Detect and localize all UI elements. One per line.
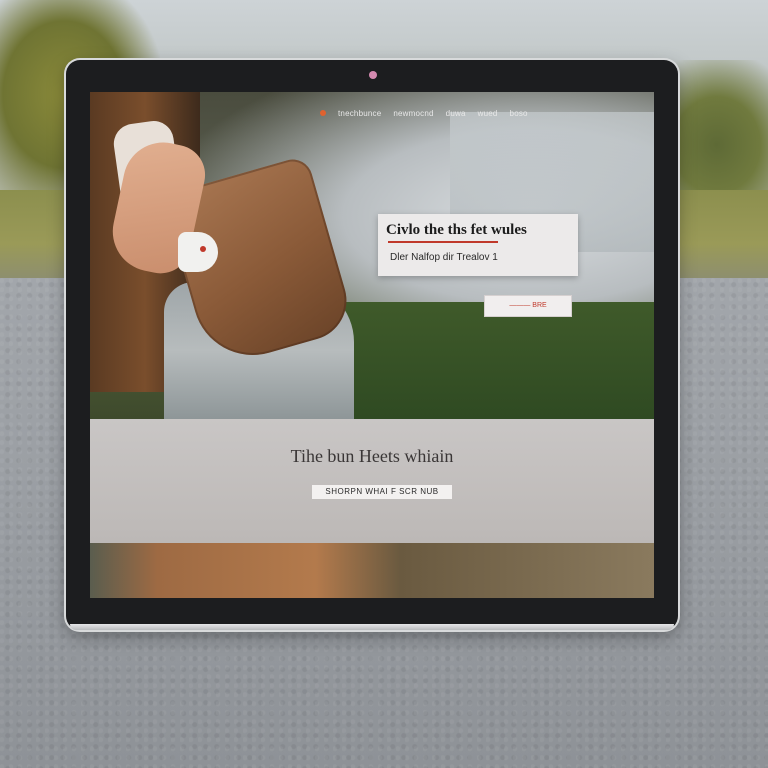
hero-card: Civlo the ths fet wules Dler Nalfop dir … — [378, 214, 578, 276]
hero-title: Civlo the ths fet wules — [386, 222, 527, 238]
pouch-dot-icon — [200, 246, 206, 252]
hero-section: tnechbunce newmocnd duwa wued boso Civlo… — [90, 92, 654, 419]
band-button[interactable]: SHORPN WHAI F SCR NUB — [312, 485, 452, 499]
pouch-tab — [178, 232, 218, 272]
logo-dot-icon — [320, 110, 326, 116]
nav-item-3[interactable]: duwa — [446, 109, 466, 118]
hero-cta-button[interactable]: ——— BRE — [484, 295, 572, 317]
content-band: Tihe bun Heets whiain SHORPN WHAI F SCR … — [90, 419, 654, 543]
nav-item-5[interactable]: boso — [510, 109, 528, 118]
camera-icon — [369, 71, 377, 79]
hero-lawn — [320, 302, 654, 419]
hero-subtitle: Dler Nalfop dir Trealov 1 — [390, 252, 498, 263]
bottom-image-strip — [90, 543, 654, 598]
nav-item-brand[interactable]: tnechbunce — [338, 109, 381, 118]
band-heading: Tihe bun Heets whiain — [290, 446, 454, 466]
tablet-bottom-edge — [70, 624, 674, 630]
site-nav: tnechbunce newmocnd duwa wued boso — [320, 106, 640, 120]
tablet-screen: tnechbunce newmocnd duwa wued boso Civlo… — [90, 92, 654, 598]
nav-item-2[interactable]: newmocnd — [393, 109, 433, 118]
hero-title-underline — [388, 241, 498, 243]
tablet-device: tnechbunce newmocnd duwa wued boso Civlo… — [66, 60, 678, 630]
nav-item-4[interactable]: wued — [478, 109, 498, 118]
